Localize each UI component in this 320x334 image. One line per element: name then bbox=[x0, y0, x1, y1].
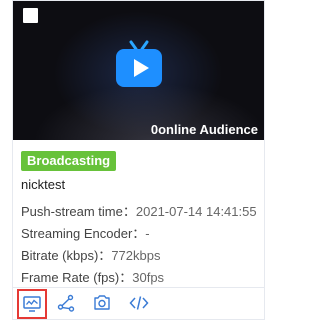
stream-name: nicktest bbox=[21, 177, 66, 192]
frame-rate-value: 30fps bbox=[132, 270, 165, 285]
stream-thumbnail[interactable]: 0online Audience bbox=[13, 1, 264, 140]
share-button[interactable] bbox=[52, 289, 80, 317]
monitor-icon bbox=[23, 295, 41, 312]
push-stream-time-label: Push-stream time： bbox=[21, 204, 136, 219]
status-badge: Broadcasting bbox=[21, 151, 117, 171]
monitor-button[interactable] bbox=[17, 289, 47, 319]
tv-play-icon bbox=[116, 40, 162, 87]
frame-rate-row: Frame Rate (fps)：30fps bbox=[21, 267, 164, 286]
bitrate-value: 772kbps bbox=[111, 248, 161, 263]
screenshot-icon bbox=[94, 295, 110, 310]
toolbar-divider bbox=[13, 287, 264, 288]
push-stream-time-row: Push-stream time：2021-07-14 14:41:55 bbox=[21, 201, 257, 220]
streaming-encoder-value: - bbox=[145, 226, 150, 241]
streaming-encoder-row: Streaming Encoder：- bbox=[21, 223, 150, 242]
code-icon bbox=[129, 296, 149, 310]
bitrate-row: Bitrate (kbps)：772kbps bbox=[21, 245, 160, 264]
embed-code-button[interactable] bbox=[125, 289, 153, 317]
frame-rate-label: Frame Rate (fps)： bbox=[21, 270, 133, 285]
share-icon bbox=[57, 294, 75, 312]
audience-count: 0online Audience bbox=[150, 122, 258, 137]
push-stream-time-value: 2021-07-14 14:41:55 bbox=[135, 204, 257, 219]
streaming-encoder-label: Streaming Encoder： bbox=[21, 226, 146, 241]
stream-card: 0online Audience Broadcasting nicktest P… bbox=[12, 0, 265, 320]
screenshot-button[interactable] bbox=[88, 289, 116, 317]
bitrate-label: Bitrate (kbps)： bbox=[21, 248, 112, 263]
select-checkbox[interactable] bbox=[23, 8, 38, 23]
